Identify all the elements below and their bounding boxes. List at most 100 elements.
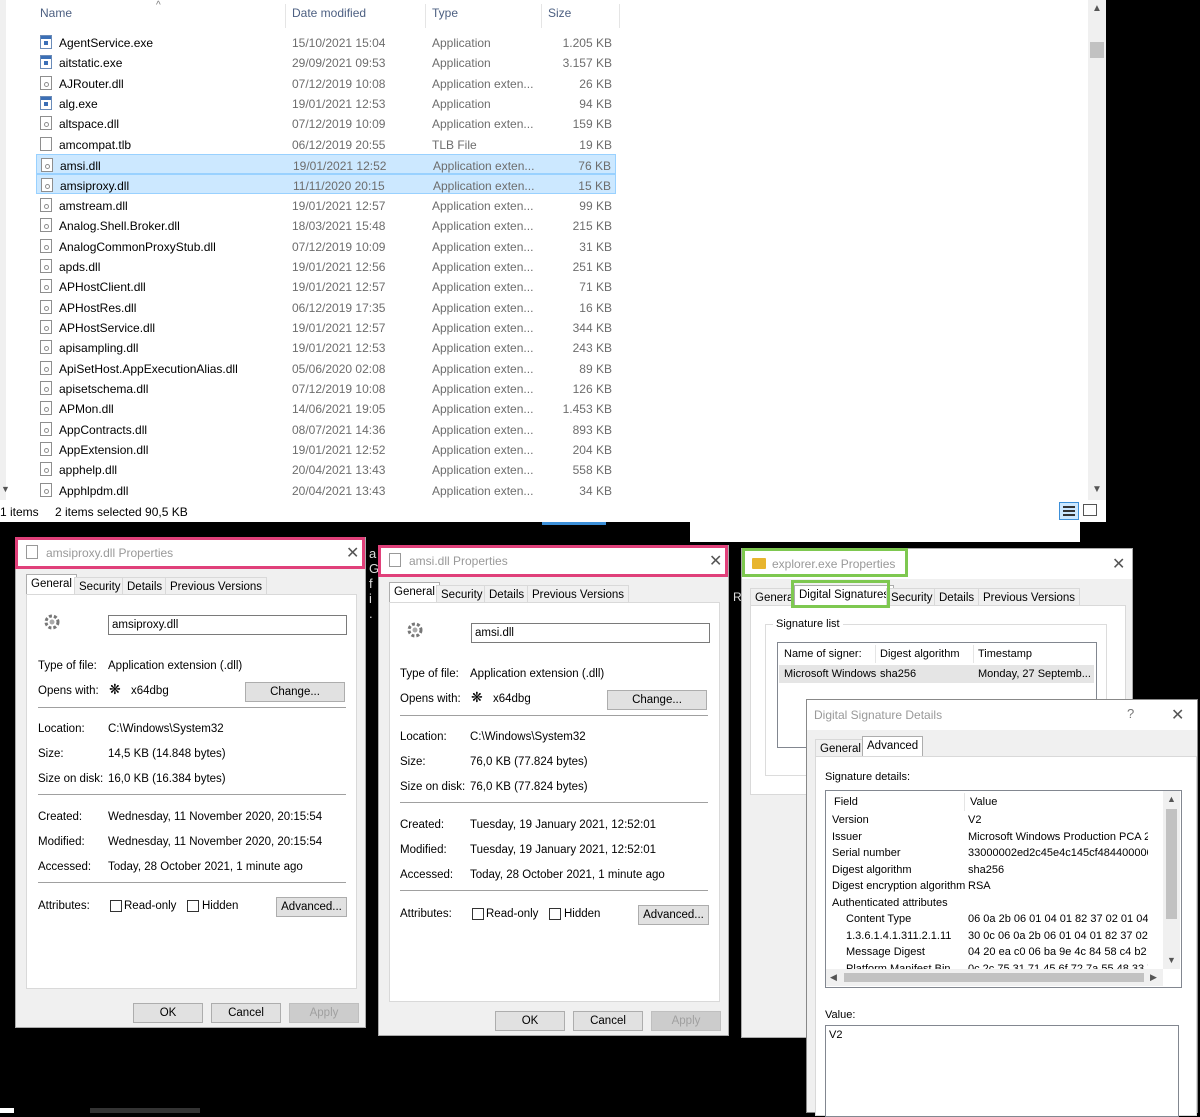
col-digest[interactable]: Digest algorithm [880, 648, 959, 660]
file-row[interactable]: apphelp.dll 20/04/2021 13:43 Application e… [36, 459, 616, 479]
file-row[interactable]: Analog.Shell.Broker.dll 18/03/2021 15:48 A… [36, 215, 616, 235]
signature-row[interactable]: Microsoft Windows sha256 Monday, 27 Sept… [779, 665, 1094, 683]
scroll-down-arrow-icon[interactable]: ▼ [1092, 484, 1102, 495]
scrollbar-thumb[interactable] [1166, 809, 1177, 919]
value-textarea[interactable]: V2 [825, 1025, 1179, 1117]
readonly-checkbox[interactable] [110, 900, 122, 912]
tab-security[interactable]: Security [74, 577, 126, 595]
tab-previous-versions[interactable]: Previous Versions [527, 585, 630, 603]
column-header-size[interactable]: Size [548, 6, 571, 20]
column-divider[interactable] [285, 4, 286, 28]
col-field[interactable]: Field [834, 796, 858, 808]
scroll-down-arrow-icon[interactable]: ▼ [1167, 955, 1176, 965]
file-row[interactable]: AppContracts.dll 08/07/2021 14:36 Applicat… [36, 419, 616, 439]
column-divider[interactable] [425, 4, 426, 28]
column-header-date[interactable]: Date modified [292, 6, 366, 20]
tab-details[interactable]: Details [484, 585, 530, 603]
scrollbar-thumb[interactable] [1090, 42, 1104, 58]
tab-security[interactable]: Security [436, 585, 488, 603]
detail-row[interactable]: Serial number 33000002ed2c45e4c145cf48440… [832, 846, 1152, 862]
vertical-scrollbar[interactable]: ▲ ▼ [1088, 0, 1106, 500]
change-button[interactable]: Change... [607, 690, 707, 710]
file-row[interactable]: amcompat.tlb 06/12/2019 20:55 TLB File 19 K… [36, 134, 616, 154]
tab-details[interactable]: Details [934, 588, 980, 606]
ok-button[interactable]: OK [495, 1011, 565, 1031]
scrollbar-thumb[interactable] [844, 973, 1144, 982]
filename-field[interactable]: amsiproxy.dll [108, 615, 347, 635]
location-label: Location: [38, 723, 85, 735]
left-scroll-down-arrow-icon[interactable]: ▼ [1, 484, 10, 494]
large-icons-view-icon[interactable] [1083, 504, 1097, 516]
file-row[interactable]: apisetschema.dll 07/12/2019 10:08 Applicat… [36, 378, 616, 398]
detail-row[interactable]: Authenticated attributes [832, 896, 1152, 912]
detail-row[interactable]: Version V2 [832, 813, 1152, 829]
details-view-icon[interactable] [1059, 502, 1079, 520]
file-row[interactable]: APHostRes.dll 06/12/2019 17:35 Application… [36, 297, 616, 317]
change-button[interactable]: Change... [245, 682, 345, 702]
detail-row[interactable]: Content Type 06 0a 2b 06 01 04 01 82 37 0… [832, 912, 1152, 928]
file-row[interactable]: amsiproxy.dll 11/11/2020 20:15 Application… [36, 174, 616, 195]
advanced-button[interactable]: Advanced... [638, 905, 709, 925]
tab-previous-versions[interactable]: Previous Versions [165, 577, 268, 595]
file-row[interactable]: AppExtension.dll 19/01/2021 12:52 Applicat… [36, 439, 616, 459]
column-header-name[interactable]: Name [40, 6, 72, 20]
detail-row[interactable]: Digest algorithm sha256 [832, 863, 1152, 879]
dialog-titlebar[interactable]: Digital Signature Details ? ✕ [807, 700, 1197, 730]
file-row[interactable]: APHostClient.dll 19/01/2021 12:57 Applicat… [36, 276, 616, 296]
close-icon[interactable]: ✕ [1171, 705, 1184, 725]
tab-advanced[interactable]: Advanced [862, 736, 924, 757]
file-row[interactable]: Apphlpdm.dll 20/04/2021 13:43 Application … [36, 480, 616, 500]
file-row[interactable]: altspace.dll 07/12/2019 10:09 Application … [36, 113, 616, 133]
col-timestamp[interactable]: Timestamp [978, 648, 1032, 660]
file-row[interactable]: AnalogCommonProxyStub.dll 07/12/2019 10:0… [36, 236, 616, 256]
scroll-up-arrow-icon[interactable]: ▲ [1167, 794, 1176, 804]
advanced-button[interactable]: Advanced... [276, 897, 347, 917]
detail-row[interactable]: Issuer Microsoft Windows Production PCA 2… [832, 830, 1152, 846]
help-icon[interactable]: ? [1127, 706, 1134, 721]
title-highlight-box [15, 537, 365, 569]
column-divider[interactable] [619, 4, 620, 28]
file-row[interactable]: aitstatic.exe 29/09/2021 09:53 Application… [36, 52, 616, 72]
file-row[interactable]: apds.dll 19/01/2021 12:56 Application exte… [36, 256, 616, 276]
file-row[interactable]: AJRouter.dll 07/12/2019 10:08 Application … [36, 73, 616, 93]
hidden-checkbox[interactable] [187, 900, 199, 912]
tab-general[interactable]: General [389, 582, 440, 603]
column-header-type[interactable]: Type [432, 6, 458, 20]
apply-button[interactable]: Apply [651, 1011, 721, 1031]
file-row[interactable]: AgentService.exe 15/10/2021 15:04 Applicat… [36, 32, 616, 52]
file-row[interactable]: amsi.dll 19/01/2021 12:52 Application exte… [36, 154, 616, 175]
cancel-button[interactable]: Cancel [211, 1003, 281, 1023]
column-divider[interactable] [541, 4, 542, 28]
file-row[interactable]: ApiSetHost.AppExecutionAlias.dll 05/06/20… [36, 358, 616, 378]
tab-general[interactable]: General [26, 574, 77, 595]
details-vscrollbar[interactable]: ▲ ▼ [1163, 791, 1180, 969]
hidden-checkbox[interactable] [549, 908, 561, 920]
file-row[interactable]: amstream.dll 19/01/2021 12:57 Application … [36, 195, 616, 215]
details-hscrollbar[interactable]: ◀ ▶ [826, 969, 1163, 986]
close-icon[interactable]: ✕ [1112, 554, 1125, 574]
scroll-right-arrow-icon[interactable]: ▶ [1150, 972, 1157, 983]
tab-security[interactable]: Security [886, 588, 938, 606]
tab-details[interactable]: Details [122, 577, 168, 595]
scroll-left-arrow-icon[interactable]: ◀ [830, 972, 837, 983]
scroll-up-arrow-icon[interactable]: ▲ [1092, 3, 1102, 14]
file-row[interactable]: apisampling.dll 19/01/2021 12:53 Applicati… [36, 337, 616, 357]
tab-general[interactable]: General [815, 739, 866, 757]
details-list[interactable]: Field Value Version V2 Issuer Microsoft Win… [825, 790, 1182, 988]
detail-row[interactable]: Message Digest 04 20 ea c0 06 ba 9e 4c 84… [832, 945, 1152, 961]
col-value[interactable]: Value [970, 796, 997, 808]
file-size: 126 KB [572, 381, 612, 396]
filename-field[interactable]: amsi.dll [471, 623, 710, 643]
file-row[interactable]: APMon.dll 14/06/2021 19:05 Application ext… [36, 398, 616, 418]
ok-button[interactable]: OK [133, 1003, 203, 1023]
detail-row[interactable]: 1.3.6.1.4.1.311.2.1.11 30 0c 06 0a 2b 06 … [832, 929, 1152, 945]
file-row[interactable]: alg.exe 19/01/2021 12:53 Application 94 KB [36, 93, 616, 113]
detail-row[interactable]: Digest encryption algorithm RSA [832, 879, 1152, 895]
apply-button[interactable]: Apply [289, 1003, 359, 1023]
accessed-label: Accessed: [400, 869, 454, 881]
readonly-checkbox[interactable] [472, 908, 484, 920]
cancel-button[interactable]: Cancel [573, 1011, 643, 1031]
tab-previous-versions[interactable]: Previous Versions [978, 588, 1081, 606]
file-row[interactable]: APHostService.dll 19/01/2021 12:57 Applica… [36, 317, 616, 337]
col-signer[interactable]: Name of signer: [784, 648, 862, 660]
